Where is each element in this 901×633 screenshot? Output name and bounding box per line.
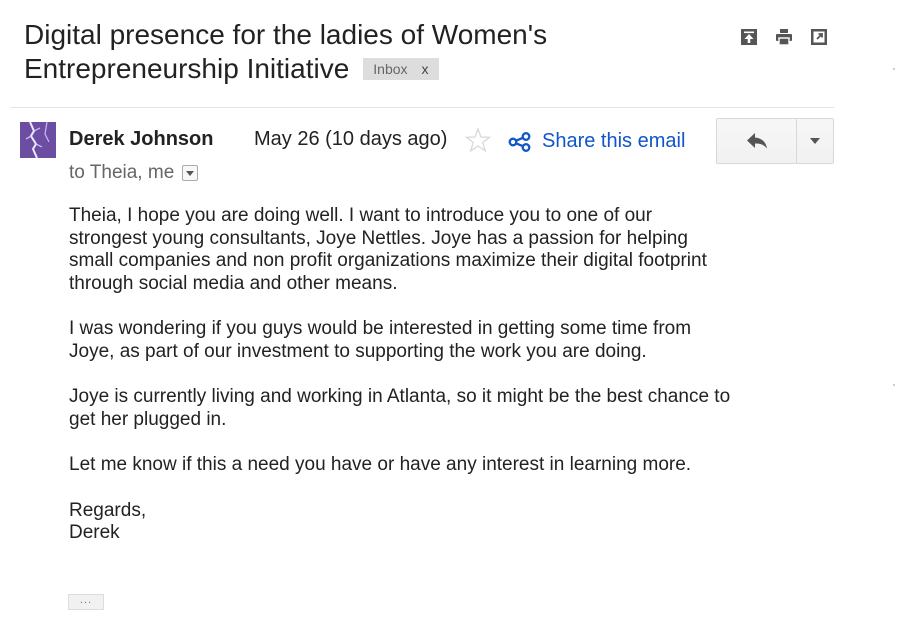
inbox-label-text: Inbox: [373, 61, 408, 77]
body-line: Regards,: [69, 499, 147, 521]
share-icon: [508, 131, 531, 152]
email-subject: Digital presence for the ladies of Women…: [24, 18, 724, 86]
scroll-marker: [893, 68, 895, 70]
body-line: Let me know if this a need you have or h…: [69, 454, 692, 475]
body-line: strongest young consultants, Joye Nettle…: [69, 227, 688, 249]
email-body: Theia, I hope you are doing well. I want…: [69, 205, 829, 545]
expand-all-icon[interactable]: [740, 28, 758, 46]
more-options-button[interactable]: [797, 119, 833, 163]
chevron-down-icon: [810, 138, 820, 144]
share-email-link[interactable]: Share this email: [508, 130, 685, 153]
remove-label-button[interactable]: x: [422, 61, 429, 77]
subject-line-2-text: Entrepreneurship Initiative: [24, 53, 350, 84]
body-line: I was wondering if you guys would be int…: [69, 318, 692, 339]
body-line: Derek: [69, 522, 120, 543]
print-icon[interactable]: [775, 28, 793, 46]
sender-name[interactable]: Derek Johnson: [69, 128, 213, 151]
share-email-label: Share this email: [542, 130, 686, 152]
body-line: get her plugged in.: [69, 408, 227, 430]
reply-button[interactable]: [717, 119, 797, 163]
body-line: small companies and non profit organizat…: [69, 250, 707, 271]
body-line: Joye is currently living and working in …: [69, 386, 731, 407]
new-window-icon[interactable]: [810, 28, 828, 46]
thread-toolbar: [740, 28, 828, 46]
body-line: Theia, I hope you are doing well. I want…: [69, 205, 653, 226]
body-line: Joye, as part of our investment to suppo…: [69, 340, 647, 362]
body-line: through social media and other means.: [69, 272, 398, 294]
subject-line-1: Digital presence for the ladies of Women…: [24, 19, 548, 50]
show-details-button[interactable]: [182, 165, 199, 181]
show-trimmed-content-button[interactable]: ...: [68, 594, 104, 610]
header-divider: [10, 107, 834, 108]
subject-line-2: Entrepreneurship Initiative Inbox x: [24, 52, 724, 86]
reply-icon: [746, 133, 767, 149]
recipients-text: to Theia, me: [69, 162, 175, 183]
avatar[interactable]: [20, 122, 56, 158]
message-date: May 26 (10 days ago): [254, 128, 448, 150]
inbox-label[interactable]: Inbox x: [363, 58, 439, 80]
chevron-down-icon: [186, 170, 195, 176]
reply-button-group: [716, 118, 834, 164]
star-icon[interactable]: [464, 127, 492, 153]
scroll-marker: [893, 384, 895, 386]
recipients: to Theia, me: [69, 162, 199, 184]
